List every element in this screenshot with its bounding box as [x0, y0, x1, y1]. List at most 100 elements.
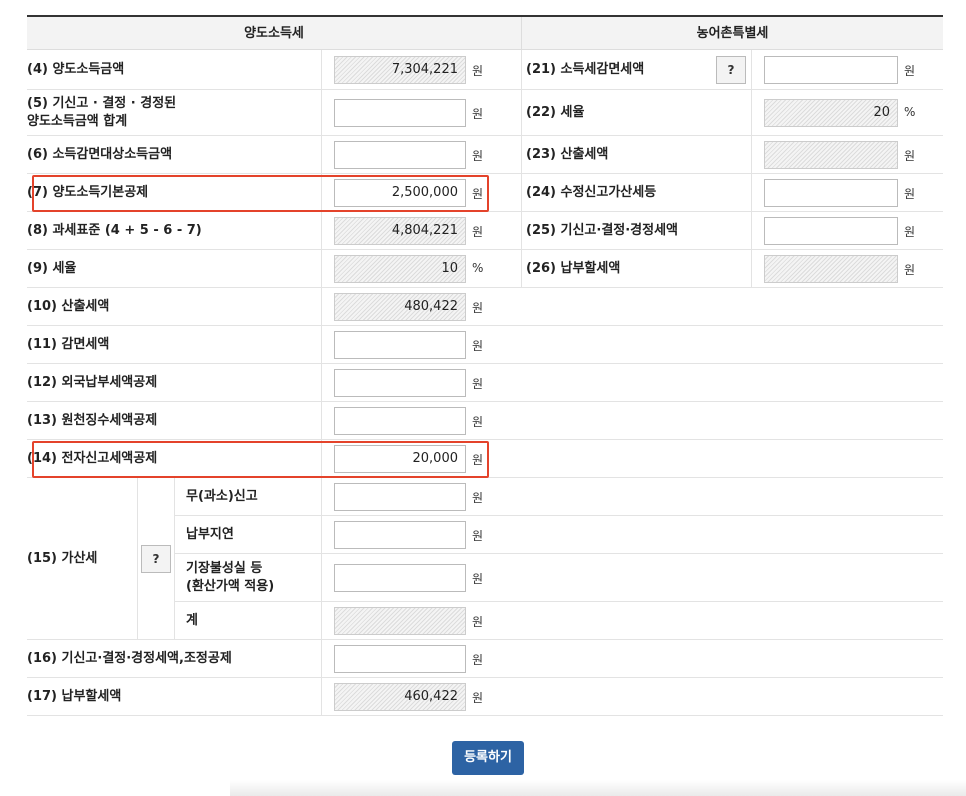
penalty-amount-input — [334, 607, 466, 635]
rural-amount-unit: 원 — [904, 149, 916, 163]
rural-label-cell: (26) 납부할세액 — [521, 250, 751, 287]
penalty-amount-input[interactable] — [334, 521, 466, 549]
penalty-label: (15) 가산세 — [27, 551, 98, 566]
rural-amount-input[interactable] — [764, 217, 898, 245]
table-row: (17) 납부할세액 460,422 원 — [27, 678, 943, 716]
amount-unit: 원 — [472, 225, 484, 239]
row-value-cell: 4,804,221 원 — [321, 212, 521, 249]
rural-value-cell: 원 — [751, 174, 943, 211]
amount-unit: 원 — [472, 107, 484, 121]
rural-row-label: (21) 소득세감면세액 — [526, 62, 645, 77]
rural-amount-input — [764, 141, 898, 169]
row-label: (12) 외국납부세액공제 — [27, 375, 158, 390]
penalty-sub-row: 납부지연 원 — [174, 516, 943, 554]
row-label: (5) 기신고 · 결정 · 경정된 양도소득금액 합계 — [27, 96, 177, 129]
amount-input: 7,304,221 — [334, 56, 466, 84]
row-value-cell: 원 — [321, 326, 521, 363]
penalty-amount-unit: 원 — [472, 572, 484, 586]
row-value-cell: 원 — [321, 364, 521, 401]
amount-input: 4,804,221 — [334, 217, 466, 245]
row-label: (13) 원천징수세액공제 — [27, 413, 158, 428]
penalty-help-button[interactable]: ? — [141, 545, 171, 573]
row-label-cell: (10) 산출세액 — [27, 288, 321, 325]
rural-amount-input[interactable] — [764, 56, 898, 84]
row-label-cell: (13) 원천징수세액공제 — [27, 402, 321, 439]
row-label: (10) 산출세액 — [27, 299, 110, 314]
penalty-sub-value-cell: 원 — [321, 554, 521, 601]
penalty-block: (15) 가산세? 무(과소)신고 원 납부지연 원 기장불성실 등 (환산가액 적용) 원 계… — [27, 478, 943, 640]
rural-row-label: (26) 납부할세액 — [526, 261, 621, 276]
table-row: (10) 산출세액 480,422 원 — [27, 288, 943, 326]
rural-amount-unit: 원 — [904, 225, 916, 239]
rural-row-label: (25) 기신고·결정·경정세액 — [526, 223, 679, 238]
rural-value-cell: 원 — [751, 212, 943, 249]
rural-row-label: (24) 수정신고가산세등 — [526, 185, 657, 200]
penalty-amount-input[interactable] — [334, 564, 466, 592]
penalty-sub-value-cell: 원 — [321, 602, 521, 640]
penalty-sub-row: 기장불성실 등 (환산가액 적용) 원 — [174, 554, 943, 602]
row-label-cell: (4) 양도소득금액 — [27, 50, 321, 89]
amount-input[interactable] — [334, 407, 466, 435]
amount-input[interactable] — [334, 369, 466, 397]
penalty-sub-label: 기장불성실 등 (환산가액 적용) — [186, 561, 275, 594]
penalty-amount-unit: 원 — [472, 491, 484, 505]
rural-label-cell: (22) 세율 — [521, 90, 751, 135]
table-row: (16) 기신고·결정·경정세액,조정공제 원 — [27, 640, 943, 678]
help-button[interactable]: ? — [716, 56, 746, 84]
table-row: (12) 외국납부세액공제 원 — [27, 364, 943, 402]
amount-input[interactable] — [334, 141, 466, 169]
penalty-sub-label: 무(과소)신고 — [186, 489, 258, 504]
penalty-sub-label-cell: 납부지연 — [174, 516, 321, 553]
amount-unit: 원 — [472, 653, 484, 667]
amount-unit: 원 — [472, 377, 484, 391]
row-label: (16) 기신고·결정·경정세액,조정공제 — [27, 651, 232, 666]
table-row: (9) 세율 10% (26) 납부할세액 원 — [27, 250, 943, 288]
row-label: (11) 감면세액 — [27, 337, 110, 352]
penalty-sub-value-cell: 원 — [321, 478, 521, 515]
penalty-sub-label-cell: 계 — [174, 602, 321, 640]
header-rural-special-tax: 농어촌특별세 — [521, 17, 943, 50]
register-button[interactable]: 등록하기 — [452, 741, 524, 775]
rural-value-cell: 20% — [751, 90, 943, 135]
row-label-cell: (9) 세율 — [27, 250, 321, 287]
penalty-divider — [137, 478, 138, 639]
amount-input: 480,422 — [334, 293, 466, 321]
amount-input: 10 — [334, 255, 466, 283]
rural-amount-unit: 원 — [904, 263, 916, 277]
row-value-cell: 460,422 원 — [321, 678, 521, 715]
row-label-cell: (11) 감면세액 — [27, 326, 321, 363]
amount-input[interactable] — [334, 645, 466, 673]
rural-amount-unit: % — [904, 105, 916, 119]
rural-amount-input[interactable] — [764, 179, 898, 207]
tax-form: 양도소득세 농어촌특별세 — [27, 15, 943, 50]
table-header: 양도소득세 농어촌특별세 — [27, 15, 943, 50]
amount-unit: 원 — [472, 149, 484, 163]
row-label: (9) 세율 — [27, 261, 77, 276]
table-row: (5) 기신고 · 결정 · 경정된 양도소득금액 합계 원 (22) 세율 20% — [27, 90, 943, 136]
amount-input[interactable] — [334, 99, 466, 127]
penalty-sub-label: 계 — [186, 613, 198, 628]
highlight-box — [32, 441, 489, 478]
row-label: (4) 양도소득금액 — [27, 62, 125, 77]
rural-label-cell: (21) 소득세감면세액? — [521, 50, 751, 89]
rural-amount-input: 20 — [764, 99, 898, 127]
row-value-cell: 10% — [321, 250, 521, 287]
table-row: (4) 양도소득금액 7,304,221 원 (21) 소득세감면세액? 원 — [27, 50, 943, 90]
header-capital-gains-tax: 양도소득세 — [244, 26, 304, 41]
amount-input[interactable] — [334, 331, 466, 359]
penalty-sub-row: 무(과소)신고 원 — [174, 478, 943, 516]
rural-label-cell: (25) 기신고·결정·경정세액 — [521, 212, 751, 249]
table-row: (8) 과세표준 (4 + 5 - 6 - 7) 4,804,221 원 (25) 기… — [27, 212, 943, 250]
row-label-cell: (8) 과세표준 (4 + 5 - 6 - 7) — [27, 212, 321, 249]
table-row: (6) 소득감면대상소득금액 원 (23) 산출세액 원 — [27, 136, 943, 174]
row-label-cell: (6) 소득감면대상소득금액 — [27, 136, 321, 173]
amount-unit: % — [472, 261, 484, 275]
row-label-cell: (16) 기신고·결정·경정세액,조정공제 — [27, 640, 321, 677]
rural-label-cell: (23) 산출세액 — [521, 136, 751, 173]
amount-unit: 원 — [472, 64, 484, 78]
penalty-amount-input[interactable] — [334, 483, 466, 511]
table-row: (13) 원천징수세액공제 원 — [27, 402, 943, 440]
penalty-sub-row: 계원 — [174, 602, 943, 640]
rural-value-cell: 원 — [751, 250, 943, 287]
penalty-amount-unit: 원 — [472, 615, 484, 629]
